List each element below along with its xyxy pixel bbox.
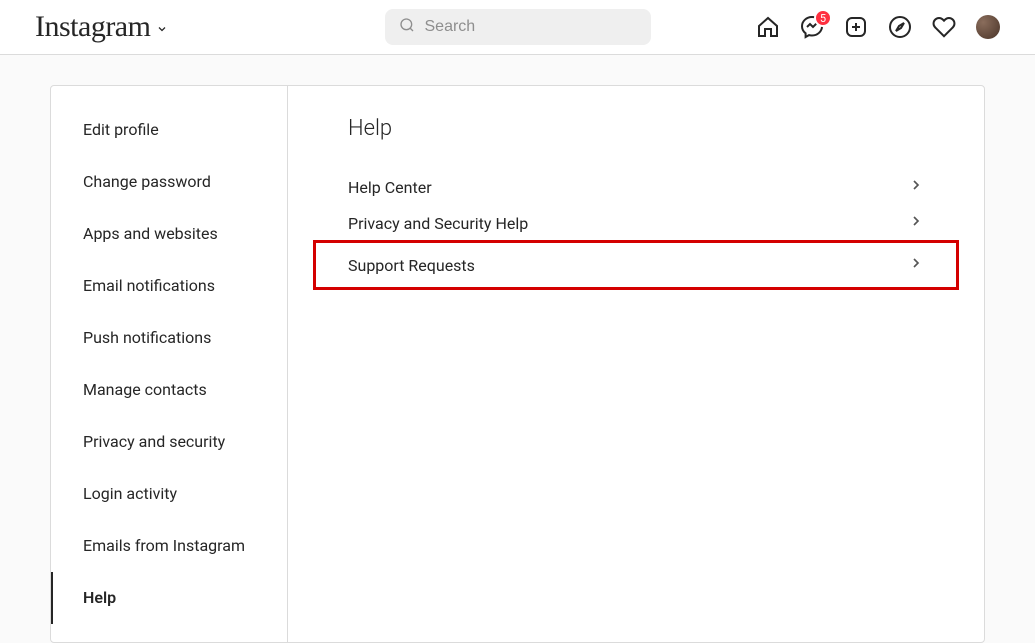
help-item-support-requests[interactable]: Support Requests xyxy=(318,245,954,285)
chevron-right-icon xyxy=(908,255,924,275)
search-icon xyxy=(399,17,415,37)
sidebar-item-push-notifications[interactable]: Push notifications xyxy=(51,312,287,364)
logo-dropdown[interactable]: Instagram xyxy=(35,10,168,44)
top-navigation: Instagram 5 xyxy=(0,0,1035,55)
activity-icon[interactable] xyxy=(932,15,956,39)
help-item-label: Help Center xyxy=(348,178,432,197)
nav-icons: 5 xyxy=(756,15,1000,39)
sidebar-item-label: Manage contacts xyxy=(83,380,207,399)
help-item-help-center[interactable]: Help Center xyxy=(348,169,924,205)
chevron-right-icon xyxy=(908,177,924,197)
sidebar-item-manage-contacts[interactable]: Manage contacts xyxy=(51,364,287,416)
help-list: Help Center Privacy and Security Help Su… xyxy=(348,169,924,289)
instagram-logo: Instagram xyxy=(35,10,150,44)
settings-card: Edit profile Change password Apps and we… xyxy=(50,85,985,643)
notification-badge: 5 xyxy=(814,9,832,27)
messenger-icon[interactable]: 5 xyxy=(800,15,824,39)
search-input[interactable] xyxy=(425,18,637,36)
sidebar-item-label: Email notifications xyxy=(83,276,215,295)
sidebar-item-email-notifications[interactable]: Email notifications xyxy=(51,260,287,312)
search-box[interactable] xyxy=(385,9,651,45)
sidebar-item-label: Login activity xyxy=(83,484,177,503)
help-item-privacy-security-help[interactable]: Privacy and Security Help xyxy=(348,205,924,241)
page-title: Help xyxy=(348,116,924,141)
page: Edit profile Change password Apps and we… xyxy=(0,55,1035,643)
sidebar-item-label: Apps and websites xyxy=(83,224,218,243)
sidebar-item-edit-profile[interactable]: Edit profile xyxy=(51,104,287,156)
chevron-right-icon xyxy=(908,213,924,233)
content-panel: Help Help Center Privacy and Security He… xyxy=(288,86,984,642)
chevron-down-icon xyxy=(156,20,168,39)
sidebar-item-label: Push notifications xyxy=(83,328,211,347)
sidebar-item-privacy-security[interactable]: Privacy and security xyxy=(51,416,287,468)
sidebar-item-help[interactable]: Help xyxy=(51,572,287,624)
sidebar-item-change-password[interactable]: Change password xyxy=(51,156,287,208)
sidebar-item-label: Emails from Instagram xyxy=(83,536,245,555)
search-container xyxy=(385,9,651,45)
explore-icon[interactable] xyxy=(888,15,912,39)
home-icon[interactable] xyxy=(756,15,780,39)
avatar[interactable] xyxy=(976,15,1000,39)
sidebar-item-label: Privacy and security xyxy=(83,432,225,451)
sidebar-item-label: Edit profile xyxy=(83,120,159,139)
sidebar-item-label: Help xyxy=(83,588,116,607)
sidebar-item-emails-instagram[interactable]: Emails from Instagram xyxy=(51,520,287,572)
sidebar-item-apps-websites[interactable]: Apps and websites xyxy=(51,208,287,260)
sidebar-item-label: Change password xyxy=(83,172,211,191)
new-post-icon[interactable] xyxy=(844,15,868,39)
help-item-label: Privacy and Security Help xyxy=(348,214,528,233)
settings-sidebar: Edit profile Change password Apps and we… xyxy=(51,86,288,642)
help-item-label: Support Requests xyxy=(348,256,475,275)
sidebar-item-login-activity[interactable]: Login activity xyxy=(51,468,287,520)
